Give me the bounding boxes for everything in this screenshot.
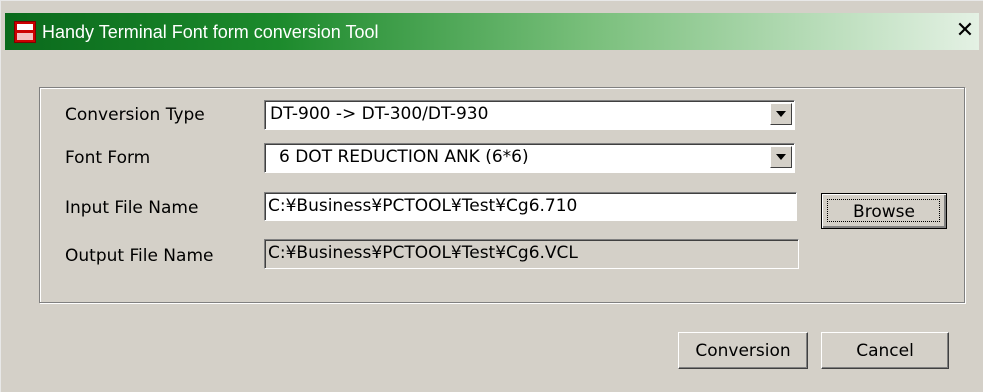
conversion-type-value: DT-900 -> DT-300/DT-930 — [270, 104, 489, 124]
conversion-button[interactable]: Conversion — [678, 332, 808, 369]
chevron-down-icon — [776, 154, 786, 160]
cancel-button[interactable]: Cancel — [821, 332, 949, 369]
input-file-field[interactable]: C:¥Business¥PCTOOL¥Test¥Cg6.710 — [264, 192, 797, 221]
browse-button-label: Browse — [853, 202, 915, 222]
conversion-type-select[interactable]: DT-900 -> DT-300/DT-930 — [264, 100, 795, 130]
conversion-type-label: Conversion Type — [65, 105, 205, 125]
cancel-button-label: Cancel — [856, 341, 914, 361]
font-form-value: 6 DOT REDUCTION ANK (6*6) — [279, 147, 529, 167]
browse-button[interactable]: Browse — [821, 193, 947, 229]
conversion-button-label: Conversion — [695, 341, 791, 361]
font-form-label: Font Form — [65, 148, 151, 168]
conversion-type-dropdown-button[interactable] — [770, 103, 792, 125]
input-file-value: C:¥Business¥PCTOOL¥Test¥Cg6.710 — [268, 196, 578, 216]
dialog-window: Handy Terminal Font form conversion Tool… — [0, 0, 983, 392]
window-title: Handy Terminal Font form conversion Tool — [42, 22, 379, 42]
app-icon — [14, 21, 36, 43]
font-form-dropdown-button[interactable] — [770, 146, 792, 168]
output-file-field: C:¥Business¥PCTOOL¥Test¥Cg6.VCL — [264, 239, 799, 269]
output-file-value: C:¥Business¥PCTOOL¥Test¥Cg6.VCL — [268, 243, 578, 263]
close-button[interactable]: ✕ — [953, 19, 977, 43]
input-file-label: Input File Name — [65, 198, 199, 218]
font-form-select[interactable]: 6 DOT REDUCTION ANK (6*6) — [264, 143, 795, 173]
chevron-down-icon — [776, 111, 786, 117]
output-file-label: Output File Name — [65, 246, 214, 266]
title-bar[interactable]: Handy Terminal Font form conversion Tool… — [5, 13, 979, 50]
